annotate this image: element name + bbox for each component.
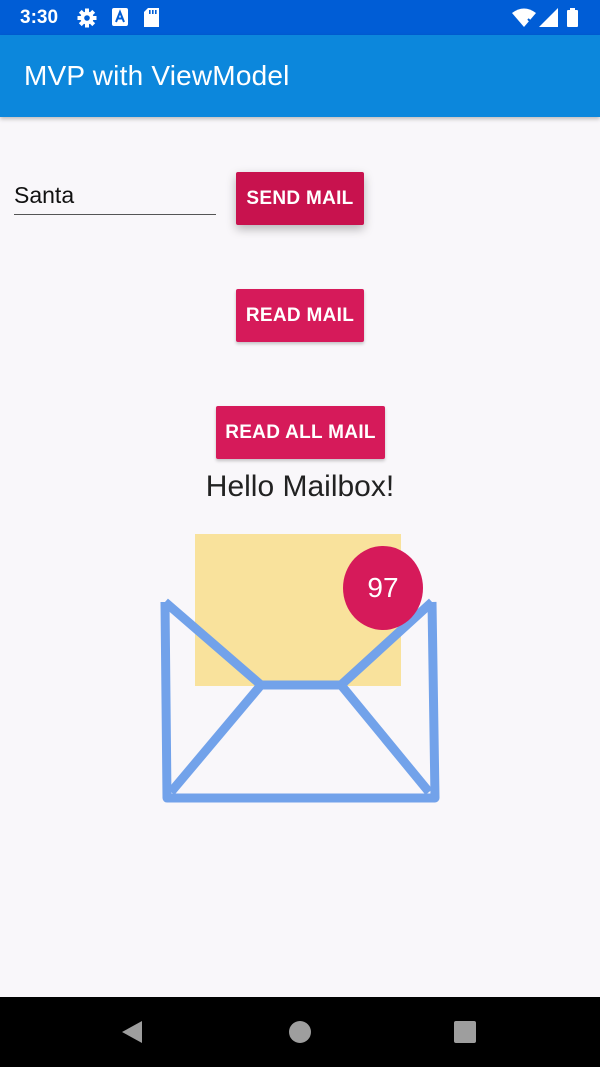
battery-icon — [567, 8, 578, 32]
greeting-text: Hello Mailbox! — [205, 470, 395, 503]
status-time: 3:30 — [20, 7, 59, 28]
status-bar: 3:30 — [0, 0, 600, 35]
signal-icon — [539, 8, 558, 32]
navigation-bar — [0, 997, 600, 1067]
read-all-mail-button[interactable]: READ ALL MAIL — [216, 406, 385, 459]
name-input[interactable] — [14, 176, 216, 215]
mail-count-badge: 97 — [343, 546, 423, 630]
read-mail-button[interactable]: READ MAIL — [236, 289, 364, 342]
home-icon[interactable] — [283, 1015, 317, 1049]
back-icon[interactable] — [116, 1015, 150, 1049]
gear-icon — [77, 8, 97, 33]
send-mail-button[interactable]: SEND MAIL — [236, 172, 364, 225]
app-title: MVP with ViewModel — [24, 60, 290, 91]
app-bar: MVP with ViewModel — [0, 35, 600, 117]
wifi-icon — [512, 8, 536, 32]
recents-icon[interactable] — [448, 1015, 482, 1049]
a-icon — [112, 8, 128, 31]
sd-card-icon — [144, 8, 159, 32]
